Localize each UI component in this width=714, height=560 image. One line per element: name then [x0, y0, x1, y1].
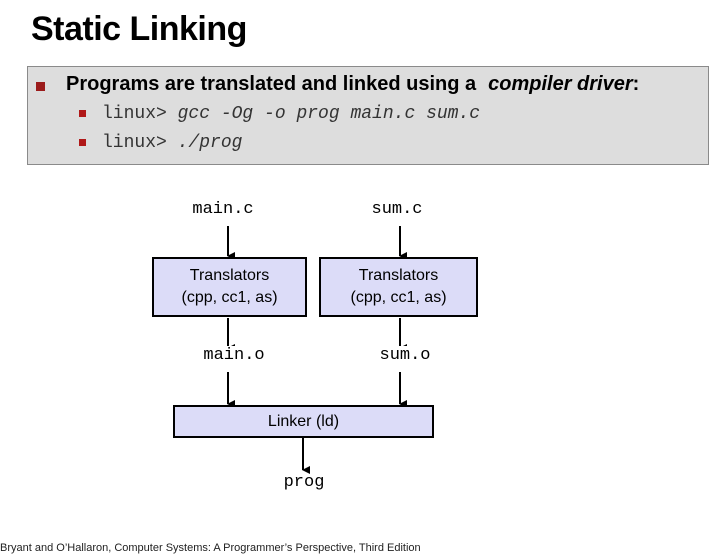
object-file-main-o: main.o — [201, 346, 267, 365]
source-file-sum-c: sum.c — [371, 200, 423, 219]
translators-tools: (cpp, cc1, as) — [181, 289, 278, 306]
source-file-main-c: main.c — [192, 200, 254, 219]
object-file-sum-o: sum.o — [377, 346, 433, 365]
translators-label: Translators — [358, 267, 439, 284]
output-executable-prog: prog — [283, 473, 325, 492]
translators-label: Translators — [189, 267, 270, 284]
translators-box-2: Translators (cpp, cc1, as) — [319, 257, 478, 317]
linker-box: Linker (ld) — [173, 405, 434, 438]
translators-box-1: Translators (cpp, cc1, as) — [152, 257, 307, 317]
footer-citation: Bryant and O’Hallaron, Computer Systems:… — [0, 542, 421, 554]
translators-tools: (cpp, cc1, as) — [350, 289, 447, 306]
linker-label: Linker (ld) — [267, 412, 340, 430]
